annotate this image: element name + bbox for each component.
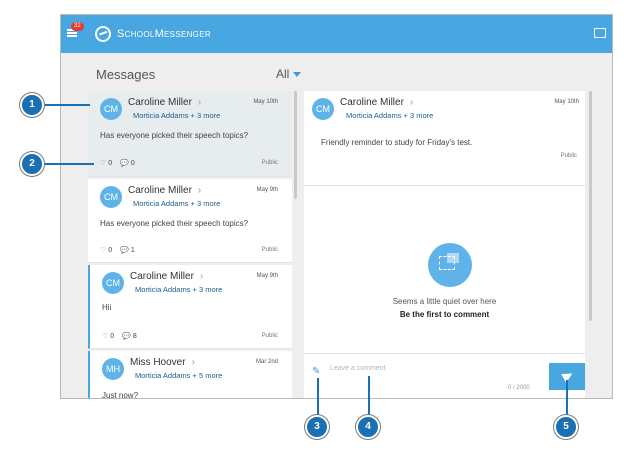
message-card[interactable]: CM Caroline Miller › May 9th Morticia Add… <box>88 265 292 349</box>
like-count: 0 <box>108 160 113 167</box>
speech-bubble-icon[interactable]: 💬 <box>120 160 129 167</box>
like-count: 0 <box>110 333 115 340</box>
callout-3: 3 <box>305 415 329 439</box>
callout-1-line <box>42 104 90 106</box>
callout-2: 2 <box>20 152 44 176</box>
comment-input[interactable] <box>330 365 510 372</box>
message-date: May 10th <box>253 99 278 105</box>
avatar: CM <box>102 272 124 294</box>
comment-count: 8 <box>132 333 137 340</box>
callout-3-line <box>317 378 319 418</box>
callout-5-line <box>566 380 568 418</box>
message-meta: ♡ 0 💬 0 <box>100 159 135 167</box>
message-body: Has everyone picked their speech topics? <box>100 131 249 140</box>
chevron-right-icon: › <box>197 97 202 108</box>
caret-down-icon <box>293 72 302 78</box>
brand-name: SchoolMessenger <box>117 28 211 40</box>
callout-1: 1 <box>20 93 44 117</box>
message-date: May 9th <box>256 187 278 193</box>
avatar: CM <box>100 98 122 120</box>
comment-composer: ✎ 0 / 2000 <box>304 353 585 398</box>
visibility-label: Public <box>261 247 278 253</box>
page-title: Messages <box>96 67 156 82</box>
callout-2-line <box>42 163 94 165</box>
profile-icon[interactable] <box>594 28 606 38</box>
paper-plane-icon <box>561 369 575 383</box>
sender-name[interactable]: Caroline Miller › <box>340 97 413 108</box>
like-count: 0 <box>108 247 113 254</box>
empty-comments-icon <box>428 243 472 287</box>
message-body: Friendly reminder to study for Friday's … <box>321 138 473 147</box>
detail-scrollbar[interactable] <box>589 91 592 321</box>
empty-state-text: Seems a little quiet over here <box>392 297 497 306</box>
callout-4: 4 <box>356 415 380 439</box>
speech-bubble-icon[interactable]: 💬 <box>120 247 129 254</box>
speech-bubble-icon[interactable]: 💬 <box>122 333 131 340</box>
message-card[interactable]: MH Miss Hoover › Mar 2nd Morticia Addams … <box>88 351 292 399</box>
chevron-right-icon: › <box>199 271 204 282</box>
callout-4-line <box>368 376 370 418</box>
heart-icon[interactable]: ♡ <box>100 160 106 167</box>
top-bar: 32 SchoolMessenger <box>61 15 612 53</box>
message-card[interactable]: CM Caroline Miller › May 9th Morticia Add… <box>88 179 292 263</box>
chevron-right-icon: › <box>409 97 414 108</box>
sender-name[interactable]: Caroline Miller › <box>130 271 203 282</box>
recipients[interactable]: Morticia Addams + 3 more <box>133 199 220 208</box>
message-date: May 9th <box>256 273 278 279</box>
message-body: Has everyone picked their speech topics? <box>100 219 249 228</box>
avatar: MH <box>102 358 124 380</box>
schoolmessenger-logo-icon <box>95 26 111 42</box>
comment-count: 0 <box>130 160 135 167</box>
message-date: Mar 2nd <box>255 359 278 365</box>
notification-badge: 32 <box>71 22 84 31</box>
comment-count: 1 <box>130 247 135 254</box>
recipients[interactable]: Morticia Addams + 3 more <box>346 111 433 120</box>
heart-icon[interactable]: ♡ <box>102 333 108 340</box>
filter-label: All <box>276 67 290 81</box>
detail-header: CM Caroline Miller › May 10th Morticia Ad… <box>304 91 585 186</box>
avatar: CM <box>312 98 334 120</box>
visibility-label: Public <box>560 153 577 159</box>
message-date: May 10th <box>554 99 579 105</box>
visibility-label: Public <box>261 333 278 339</box>
sender-name[interactable]: Caroline Miller › <box>128 185 201 196</box>
avatar: CM <box>100 186 122 208</box>
visibility-label: Public <box>261 160 278 166</box>
list-scrollbar[interactable] <box>294 91 297 199</box>
sender-name[interactable]: Caroline Miller › <box>128 97 201 108</box>
chevron-right-icon: › <box>191 357 195 368</box>
empty-state-prompt: Be the first to comment <box>399 310 490 319</box>
recipients[interactable]: Morticia Addams + 3 more <box>135 285 222 294</box>
message-meta: ♡ 0 💬 8 <box>102 332 137 340</box>
chevron-right-icon: › <box>197 185 202 196</box>
pencil-icon[interactable]: ✎ <box>312 366 320 377</box>
message-meta: ♡ 0 💬 1 <box>100 246 135 254</box>
heart-icon[interactable]: ♡ <box>100 247 106 254</box>
recipients[interactable]: Morticia Addams + 3 more <box>133 111 220 120</box>
filter-dropdown[interactable]: All <box>276 67 302 81</box>
sender-name[interactable]: Miss Hoover › <box>130 357 195 368</box>
app-window: 32 SchoolMessenger Messages All CM Carol… <box>60 14 613 399</box>
message-body: Just now? <box>102 391 139 399</box>
character-counter: 0 / 2000 <box>508 385 530 391</box>
callout-5: 5 <box>554 415 578 439</box>
message-card[interactable]: CM Caroline Miller › May 10th Morticia Ad… <box>88 91 292 177</box>
message-body: Hii <box>102 303 112 312</box>
message-list: CM Caroline Miller › May 10th Morticia Ad… <box>88 91 292 399</box>
recipients[interactable]: Morticia Addams + 5 more <box>135 371 222 380</box>
